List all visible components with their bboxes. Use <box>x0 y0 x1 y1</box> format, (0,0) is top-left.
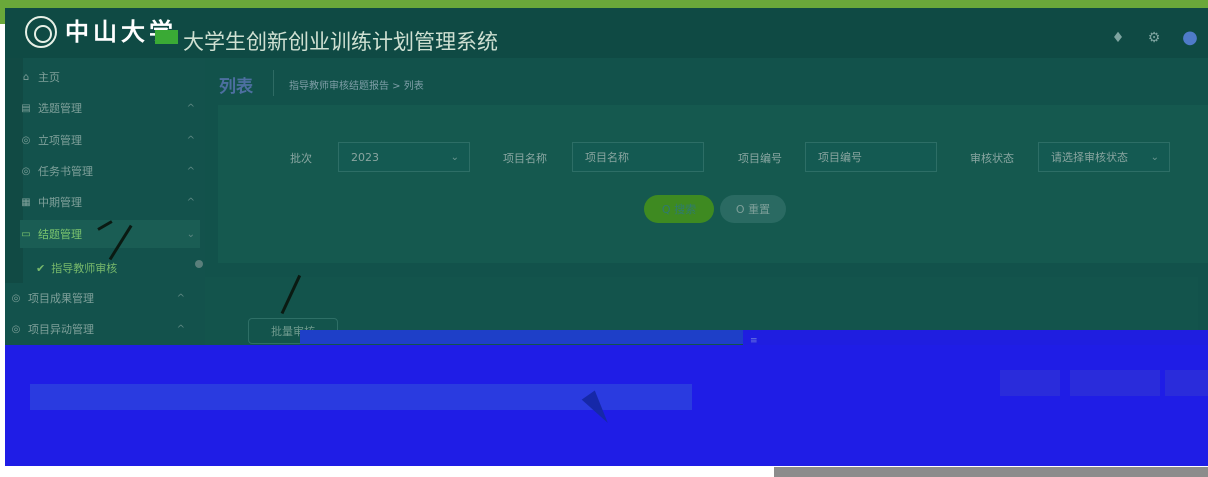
user-icon[interactable]: ● <box>1182 29 1198 47</box>
logo-highlight <box>155 30 178 44</box>
sidebar-item-approval[interactable]: ◎ 立项管理 ^ <box>20 126 200 154</box>
sidebar-item-task[interactable]: ◎ 任务书管理 ^ <box>20 157 200 185</box>
sidebar-subitem-advisor-review[interactable]: ✔ 指导教师审核 <box>36 258 196 278</box>
search-panel <box>218 105 1208 263</box>
sidebar-item-label: 选题管理 <box>38 102 82 115</box>
chevron-down-icon: ⌄ <box>1150 151 1159 163</box>
chevron-up-icon: ^ <box>186 134 195 146</box>
batch-select-value: 2023 <box>351 150 379 164</box>
sidebar-subitem-label: 指导教师审核 <box>51 262 118 275</box>
batch-label: 批次 <box>290 152 312 165</box>
project-name-input[interactable]: 项目名称 <box>572 142 704 172</box>
page-title: 列表 <box>219 77 253 97</box>
breadcrumb-path: 指导教师审核结题报告 > 列表 <box>289 81 424 92</box>
reset-button[interactable]: O 重置 <box>720 195 786 223</box>
check-circle-icon: ✔ <box>36 261 46 275</box>
gear-icon[interactable]: ⚙ <box>1146 30 1162 46</box>
sidebar-item-label: 任务书管理 <box>38 165 93 178</box>
pager-strip <box>774 467 1208 477</box>
sidebar-item-label: 主页 <box>38 71 60 84</box>
chevron-down-icon: ⌄ <box>186 228 195 240</box>
sidebar-item-topic[interactable]: ▤ 选题管理 ^ <box>20 94 200 122</box>
sidebar-item-label: 结题管理 <box>38 228 82 241</box>
breadcrumb: 列表 指导教师审核结题报告 > 列表 <box>205 68 1208 98</box>
monitor-icon: ▭ <box>21 228 31 240</box>
overlay-band-top <box>300 330 743 344</box>
grid-icon: ▦ <box>21 196 31 208</box>
sidebar-scrollbar[interactable] <box>195 260 203 268</box>
project-no-input[interactable]: 项目编号 <box>805 142 937 172</box>
shield-icon: ◎ <box>11 292 21 304</box>
bell-icon[interactable]: ♦ <box>1110 30 1126 46</box>
sidebar-item-label: 项目成果管理 <box>28 292 94 305</box>
project-no-placeholder: 项目编号 <box>818 151 862 164</box>
project-no-label: 项目编号 <box>738 152 782 165</box>
system-title: 大学生创新创业训练计划管理系统 <box>183 30 498 54</box>
sidebar-item-home[interactable]: ⌂ 主页 <box>20 63 200 91</box>
sidebar-item-label: 立项管理 <box>38 134 82 147</box>
overlay-button <box>1070 370 1160 396</box>
search-button[interactable]: Q 搜索 <box>644 195 714 223</box>
sidebar-item-label: 中期管理 <box>38 196 82 209</box>
list-icon: ▤ <box>21 102 31 114</box>
breadcrumb-divider <box>273 70 274 96</box>
shield-icon: ◎ <box>21 165 31 177</box>
project-name-label: 项目名称 <box>503 152 547 165</box>
chevron-up-icon: ^ <box>186 165 195 177</box>
shield-icon: ◎ <box>11 323 21 335</box>
chevron-up-icon: ^ <box>186 102 195 114</box>
seal-icon <box>25 16 57 48</box>
shield-icon: ◎ <box>21 134 31 146</box>
overlay-button <box>1165 370 1208 396</box>
chevron-up-icon: ^ <box>176 323 185 335</box>
status-label: 审核状态 <box>970 152 1014 165</box>
batch-select[interactable]: 2023 ⌄ <box>338 142 470 172</box>
chevron-up-icon: ^ <box>176 292 185 304</box>
project-name-placeholder: 项目名称 <box>585 151 629 164</box>
overlay-button <box>1000 370 1060 396</box>
chevron-down-icon: ⌄ <box>450 151 459 163</box>
sidebar-item-midterm[interactable]: ▦ 中期管理 ^ <box>20 188 200 216</box>
sidebar-item-results[interactable]: ◎ 项目成果管理 ^ <box>10 284 190 312</box>
status-select-placeholder: 请选择审核状态 <box>1051 151 1128 164</box>
home-icon: ⌂ <box>22 71 30 83</box>
sidebar-item-changes[interactable]: ◎ 项目异动管理 ^ <box>10 315 190 343</box>
sidebar-item-label: 项目异动管理 <box>28 323 94 336</box>
status-select[interactable]: 请选择审核状态 ⌄ <box>1038 142 1170 172</box>
chevron-up-icon: ^ <box>186 196 195 208</box>
